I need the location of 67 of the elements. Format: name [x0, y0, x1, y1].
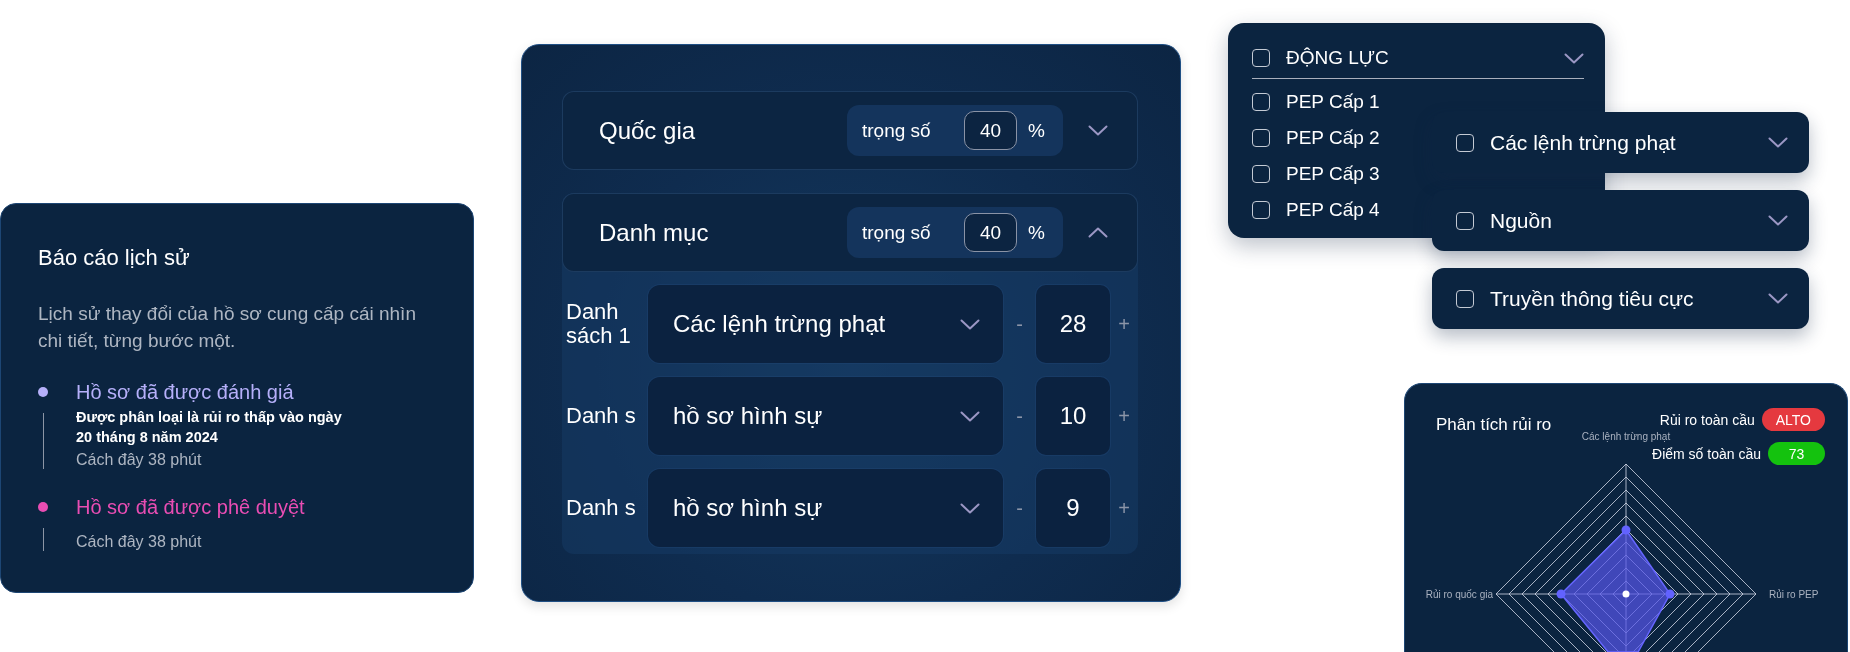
checkbox[interactable]	[1252, 49, 1270, 67]
decrement-button[interactable]: -	[1016, 313, 1023, 335]
event-detail: Được phân loại là rủi ro thấp vào ngày 20 tháng 8 năm 2024	[76, 408, 343, 447]
chevron-down-icon[interactable]	[1564, 52, 1584, 64]
checkbox[interactable]	[1456, 211, 1474, 230]
increment-button[interactable]: +	[1118, 405, 1130, 427]
unit-label: %	[1028, 119, 1045, 142]
list-dropdown[interactable]: hồ sơ hình sự	[648, 377, 1003, 455]
decrement-button[interactable]: -	[1016, 497, 1023, 519]
count-field[interactable]: 10	[1036, 377, 1110, 455]
section-title: Danh mục	[599, 218, 710, 247]
chevron-down-icon[interactable]	[1768, 293, 1788, 304]
dropdown-option[interactable]: PEP Cấp 1	[1252, 84, 1380, 120]
dropdown-option[interactable]: PEP Cấp 2	[1252, 120, 1380, 156]
increment-button[interactable]: +	[1118, 313, 1130, 335]
chevron-down-icon[interactable]	[1088, 125, 1108, 136]
list-label: Danh sách 1	[566, 300, 632, 348]
chevron-up-icon[interactable]	[1088, 227, 1108, 238]
count-field[interactable]: 28	[1036, 285, 1110, 363]
checkbox[interactable]	[1252, 165, 1270, 183]
filter-dropdown[interactable]: Truyền thông tiêu cực	[1432, 268, 1809, 329]
weight-label: trọng số	[862, 221, 932, 244]
card-title: Phân tích rủi ro	[1436, 414, 1552, 436]
weight-input[interactable]: 40	[964, 111, 1018, 150]
dropdown-option[interactable]: PEP Cấp 4	[1252, 192, 1380, 228]
card-title: Báo cáo lịch sử	[38, 244, 191, 272]
weight-label: trọng số	[862, 119, 932, 142]
increment-button[interactable]: +	[1118, 497, 1130, 519]
event-title: Hồ sơ đã được đánh giá	[76, 380, 295, 405]
card-description: Lịch sử thay đổi của hồ sơ cung cấp cái nhìn chi tiết, từng bước một.	[38, 302, 417, 353]
list-label: Danh s	[566, 496, 637, 520]
filter-dropdown[interactable]: Nguồn	[1432, 190, 1809, 251]
event-title: Hồ sơ đã được phê duyệt	[76, 495, 306, 520]
section-title: Quốc gia	[599, 116, 697, 145]
chevron-down-icon[interactable]	[1768, 215, 1788, 226]
list-dropdown[interactable]: Các lệnh trừng phạt	[648, 285, 1003, 363]
count-field[interactable]: 9	[1036, 469, 1110, 547]
dropdown-option[interactable]: PEP Cấp 3	[1252, 156, 1380, 192]
axis-label: Rủi ro quốc gia	[1425, 588, 1493, 600]
list-dropdown[interactable]: hồ sơ hình sự	[648, 469, 1003, 547]
unit-label: %	[1028, 221, 1045, 244]
data-point	[1665, 589, 1675, 599]
event-time: Cách đây 38 phút	[76, 450, 203, 470]
data-point	[1556, 589, 1566, 599]
dropdown-header[interactable]: ĐỘNG LỰC	[1252, 38, 1584, 79]
value-badge: ALTO	[1761, 408, 1825, 431]
data-point	[1621, 525, 1631, 535]
chevron-down-icon[interactable]	[1768, 137, 1788, 148]
event-time: Cách đây 38 phút	[76, 532, 203, 552]
checkbox[interactable]	[1456, 133, 1474, 152]
list-label: Danh s	[566, 404, 637, 428]
checkbox[interactable]	[1252, 201, 1270, 219]
filter-dropdown[interactable]: Các lệnh trừng phạt	[1432, 112, 1809, 173]
axis-label: Các lệnh trừng phạt	[1581, 430, 1671, 442]
checkbox[interactable]	[1252, 93, 1270, 111]
decrement-button[interactable]: -	[1016, 405, 1023, 427]
checkbox[interactable]	[1252, 129, 1270, 147]
checkbox[interactable]	[1456, 289, 1474, 308]
chevron-down-icon[interactable]	[960, 410, 980, 422]
indicator-label: Rủi ro toàn cầu	[1659, 411, 1755, 428]
indicator-label: Điểm số toàn cầu	[1652, 445, 1761, 462]
center-point	[1622, 590, 1630, 598]
chevron-down-icon[interactable]	[960, 318, 980, 330]
value-badge: 73	[1768, 442, 1825, 465]
chevron-down-icon[interactable]	[960, 502, 980, 514]
axis-label: Rủi ro PEP	[1769, 588, 1819, 600]
weight-input[interactable]: 40	[964, 213, 1018, 252]
